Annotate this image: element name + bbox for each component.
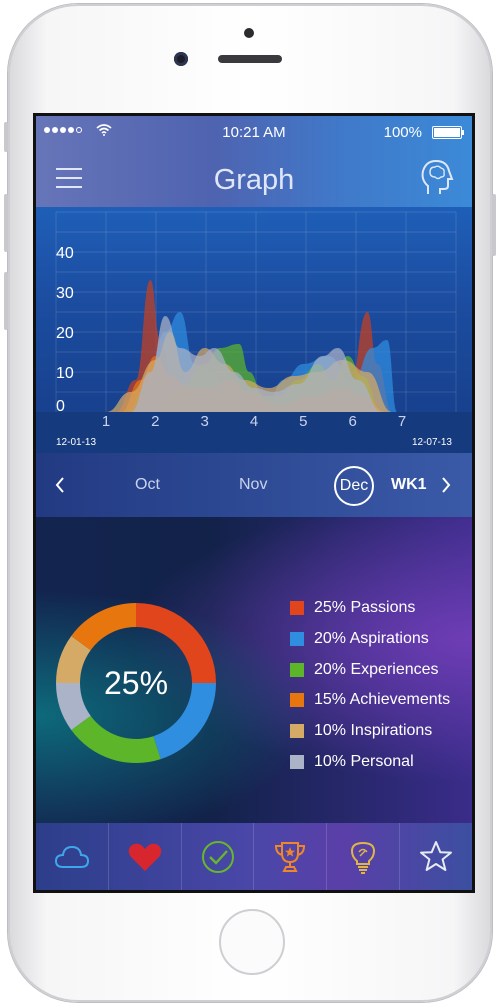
legend-item-aspirations: 20% Aspirations bbox=[290, 624, 450, 655]
legend-swatch bbox=[290, 601, 304, 616]
head-brain-icon[interactable] bbox=[418, 158, 454, 196]
y-tick-label: 30 bbox=[56, 285, 74, 302]
tab-trophy[interactable] bbox=[254, 823, 328, 890]
x-tick-label: 2 bbox=[151, 413, 159, 430]
donut-legend: 25% Passions 20% Aspirations 20% Experie… bbox=[290, 593, 450, 777]
area-chart: 0 10 20 30 40 1 2 3 4 5 6 7 12-01-13 12-07-13 bbox=[36, 207, 472, 453]
legend-label: 10% Inspirations bbox=[314, 722, 433, 740]
power-button bbox=[492, 194, 496, 256]
month-oct[interactable]: Oct bbox=[135, 476, 160, 494]
legend-label: 10% Personal bbox=[314, 752, 414, 770]
page-title: Graph bbox=[213, 164, 295, 196]
front-camera bbox=[174, 52, 188, 66]
chart-svg: 0 10 20 30 40 1 2 3 4 5 6 7 bbox=[36, 211, 472, 453]
volume-down-button bbox=[4, 272, 8, 330]
legend-label: 20% Experiences bbox=[314, 660, 439, 678]
month-dec-selected[interactable]: Dec bbox=[334, 466, 374, 506]
chevron-left-icon[interactable] bbox=[54, 474, 66, 496]
home-button[interactable] bbox=[219, 909, 285, 975]
legend-item-personal: 10% Personal bbox=[290, 746, 450, 777]
battery-percentage: 100% bbox=[383, 124, 422, 141]
lightbulb-icon bbox=[351, 841, 376, 874]
y-tick-label: 40 bbox=[56, 245, 74, 262]
x-tick-label: 6 bbox=[348, 413, 356, 430]
x-tick-label: 7 bbox=[398, 413, 406, 430]
legend-label: 25% Passions bbox=[314, 599, 416, 617]
legend-item-achievements: 15% Achievements bbox=[290, 685, 450, 716]
legend-swatch bbox=[290, 754, 304, 769]
cloud-icon bbox=[54, 845, 89, 868]
tab-check[interactable] bbox=[182, 823, 255, 890]
x-tick-label: 4 bbox=[250, 413, 258, 430]
legend-swatch bbox=[290, 632, 304, 647]
legend-item-inspirations: 10% Inspirations bbox=[290, 716, 450, 747]
tab-lightbulb[interactable] bbox=[327, 823, 401, 890]
trophy-icon bbox=[275, 841, 306, 872]
volume-up-button bbox=[4, 194, 8, 252]
donut-center-label: 25% bbox=[103, 665, 169, 701]
star-icon bbox=[420, 840, 453, 871]
mute-switch bbox=[4, 122, 8, 152]
bottom-tab-bar bbox=[36, 823, 472, 890]
legend-swatch bbox=[290, 693, 304, 708]
x-tick-label: 1 bbox=[102, 413, 110, 430]
tab-heart[interactable] bbox=[109, 823, 182, 890]
app-screen: 10:21 AM 100% Graph 0 10 20 30 40 1 2 3 4 5 6 7 12-… bbox=[33, 113, 475, 893]
legend-swatch bbox=[290, 724, 304, 739]
tab-cloud[interactable] bbox=[36, 823, 109, 890]
x-tick-label: 5 bbox=[299, 413, 307, 430]
x-tick-label: 3 bbox=[200, 413, 208, 430]
month-navigator: Oct Nov Dec WK1 bbox=[36, 453, 472, 517]
legend-label: 15% Achievements bbox=[314, 691, 451, 709]
chart-end-date: 12-07-13 bbox=[411, 437, 452, 448]
proximity-sensor bbox=[244, 28, 254, 38]
y-tick-label: 0 bbox=[56, 398, 65, 415]
earpiece-speaker bbox=[218, 55, 282, 63]
legend-item-experiences: 20% Experiences bbox=[290, 654, 450, 685]
week-label[interactable]: WK1 bbox=[391, 476, 427, 494]
checkmark-icon bbox=[201, 840, 234, 873]
month-nov[interactable]: Nov bbox=[239, 476, 267, 494]
heart-icon bbox=[128, 843, 162, 871]
legend-swatch bbox=[290, 662, 304, 677]
y-tick-label: 20 bbox=[56, 325, 74, 342]
legend-label: 20% Aspirations bbox=[314, 630, 429, 648]
battery-icon bbox=[432, 126, 464, 139]
distribution-section: 25% 25% Passions 20% Aspirations 20% Exp… bbox=[36, 517, 472, 823]
y-tick-label: 10 bbox=[56, 365, 74, 382]
tab-star[interactable] bbox=[400, 823, 472, 890]
legend-item-passions: 25% Passions bbox=[290, 593, 450, 624]
chart-start-date: 12-01-13 bbox=[56, 437, 97, 448]
chevron-right-icon[interactable] bbox=[440, 474, 452, 496]
status-bar: 10:21 AM 100% bbox=[36, 122, 472, 142]
